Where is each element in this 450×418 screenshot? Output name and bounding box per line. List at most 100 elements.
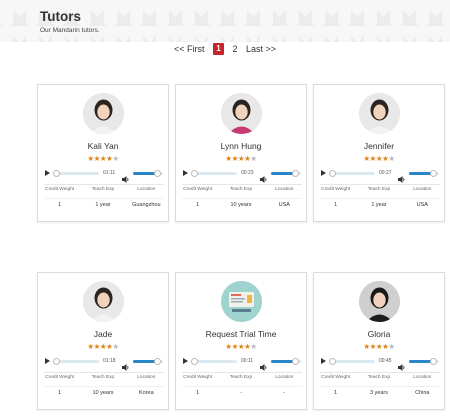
location-value: USA <box>416 202 428 208</box>
credit-weight-label: Credit Weight <box>321 187 351 192</box>
pager-current-page: 1 <box>212 43 224 55</box>
teach-exp-label: Teach Exp <box>229 187 253 192</box>
audio-duration: 01:11 <box>103 170 116 176</box>
audio-player: 00:45 <box>321 357 439 371</box>
volume-icon[interactable] <box>260 358 268 371</box>
volume-handle[interactable] <box>154 170 161 177</box>
pager-page-2-link[interactable]: 2 <box>232 44 237 54</box>
volume-icon[interactable] <box>260 170 268 183</box>
audio-player: 00:23 <box>183 169 301 183</box>
location-value: China <box>415 390 430 396</box>
location-label: Location <box>413 187 432 192</box>
volume-handle[interactable] <box>154 358 161 365</box>
audio-seek-bar[interactable] <box>53 170 99 177</box>
stats-values: 1 10 years USA <box>176 202 306 208</box>
card-divider <box>320 372 440 373</box>
audio-player: 01:11 <box>45 169 163 183</box>
volume-icon[interactable] <box>398 170 406 183</box>
seek-handle[interactable] <box>191 170 198 177</box>
volume-icon[interactable] <box>122 358 130 371</box>
credit-weight-label: Credit Weight <box>183 375 213 380</box>
page-subtitle: Our Mandarin tutors. <box>40 27 100 34</box>
volume-icon[interactable] <box>398 358 406 371</box>
teach-exp-label: Teach Exp <box>91 187 115 192</box>
seek-handle[interactable] <box>191 358 198 365</box>
audio-seek-bar[interactable] <box>191 358 237 365</box>
teach-exp-value: 3 years <box>369 390 389 396</box>
tutor-avatar <box>359 93 400 134</box>
location-label: Location <box>275 187 294 192</box>
page-title: Tutors <box>40 9 81 24</box>
tutor-name[interactable]: Request Trial Time <box>176 329 306 339</box>
volume-handle[interactable] <box>430 170 437 177</box>
credit-weight-label: Credit Weight <box>321 375 351 380</box>
seek-handle[interactable] <box>53 358 60 365</box>
audio-duration: 00:27 <box>379 170 392 176</box>
tutor-name[interactable]: Jade <box>38 329 168 339</box>
location-label: Location <box>137 375 156 380</box>
location-label: Location <box>413 375 432 380</box>
tutor-name[interactable]: Jennifer <box>314 141 444 151</box>
tutor-avatar <box>83 281 124 322</box>
card-divider <box>44 372 164 373</box>
star-icon: ★ <box>112 342 119 351</box>
location-value: USA <box>278 202 290 208</box>
play-icon[interactable] <box>321 358 326 364</box>
teach-exp-label: Teach Exp <box>91 375 115 380</box>
location-value: Korea <box>138 390 154 396</box>
tutor-card[interactable]: Kali Yan ★★★★★ 01:11 Credit Weight Teach Exp… <box>37 84 169 222</box>
volume-handle[interactable] <box>430 358 437 365</box>
volume-handle[interactable] <box>292 358 299 365</box>
pagination: << First 1 2 Last >> <box>0 43 450 55</box>
seek-handle[interactable] <box>53 170 60 177</box>
teach-exp-value: - <box>240 390 242 396</box>
location-value: - <box>283 390 286 396</box>
play-icon[interactable] <box>183 358 188 364</box>
volume-slider[interactable] <box>133 170 163 177</box>
volume-slider[interactable] <box>133 358 163 365</box>
tutor-name[interactable]: Lynn Hung <box>176 141 306 151</box>
tutor-card[interactable]: Request Trial Time ★★★★★ 00:11 Credit Weigh… <box>175 272 307 410</box>
teach-exp-value: 1 year <box>95 202 111 208</box>
tutor-name[interactable]: Kali Yan <box>38 141 168 151</box>
audio-seek-bar[interactable] <box>191 170 237 177</box>
play-icon[interactable] <box>183 170 188 176</box>
star-icon: ★ <box>250 342 257 351</box>
stats-values: 1 - - <box>176 390 306 396</box>
play-icon[interactable] <box>321 170 326 176</box>
volume-slider[interactable] <box>271 358 301 365</box>
volume-icon[interactable] <box>122 170 130 183</box>
tutor-name[interactable]: Gloria <box>314 329 444 339</box>
stats-labels: Credit Weight Teach Exp Location <box>314 375 444 380</box>
tutor-avatar <box>221 93 262 134</box>
tutor-card[interactable]: Jade ★★★★★ 01:18 Credit Weight Teach Exp Loca… <box>37 272 169 410</box>
audio-duration: 00:45 <box>379 358 392 364</box>
audio-seek-bar[interactable] <box>53 358 99 365</box>
tutor-card[interactable]: Lynn Hung ★★★★★ 00:23 Credit Weight Teach Ex… <box>175 84 307 222</box>
credit-weight-label: Credit Weight <box>45 375 75 380</box>
volume-slider[interactable] <box>409 358 439 365</box>
audio-seek-bar[interactable] <box>329 170 375 177</box>
volume-slider[interactable] <box>271 170 301 177</box>
seek-handle[interactable] <box>329 170 336 177</box>
teach-exp-label: Teach Exp <box>367 375 391 380</box>
credit-weight-value: 1 <box>196 390 200 396</box>
pager-first-link[interactable]: << First <box>174 44 205 54</box>
page-header: Tutors Our Mandarin tutors. <box>0 0 450 42</box>
tutor-rating: ★★★★★ <box>314 342 444 351</box>
volume-handle[interactable] <box>292 170 299 177</box>
tutor-rating: ★★★★★ <box>314 154 444 163</box>
audio-player: 00:11 <box>183 357 301 371</box>
tutor-card[interactable]: Jennifer ★★★★★ 00:27 Credit Weight Teach Exp… <box>313 84 445 222</box>
seek-handle[interactable] <box>329 358 336 365</box>
volume-slider[interactable] <box>409 170 439 177</box>
audio-seek-bar[interactable] <box>329 358 375 365</box>
credit-weight-value: 1 <box>196 202 200 208</box>
pager-last-link[interactable]: Last >> <box>246 44 276 54</box>
card-divider <box>44 184 164 185</box>
play-icon[interactable] <box>45 358 50 364</box>
tutor-card[interactable]: Gloria ★★★★★ 00:45 Credit Weight Teach Exp Lo… <box>313 272 445 410</box>
credit-weight-value: 1 <box>334 390 338 396</box>
play-icon[interactable] <box>45 170 50 176</box>
stats-labels: Credit Weight Teach Exp Location <box>38 375 168 380</box>
